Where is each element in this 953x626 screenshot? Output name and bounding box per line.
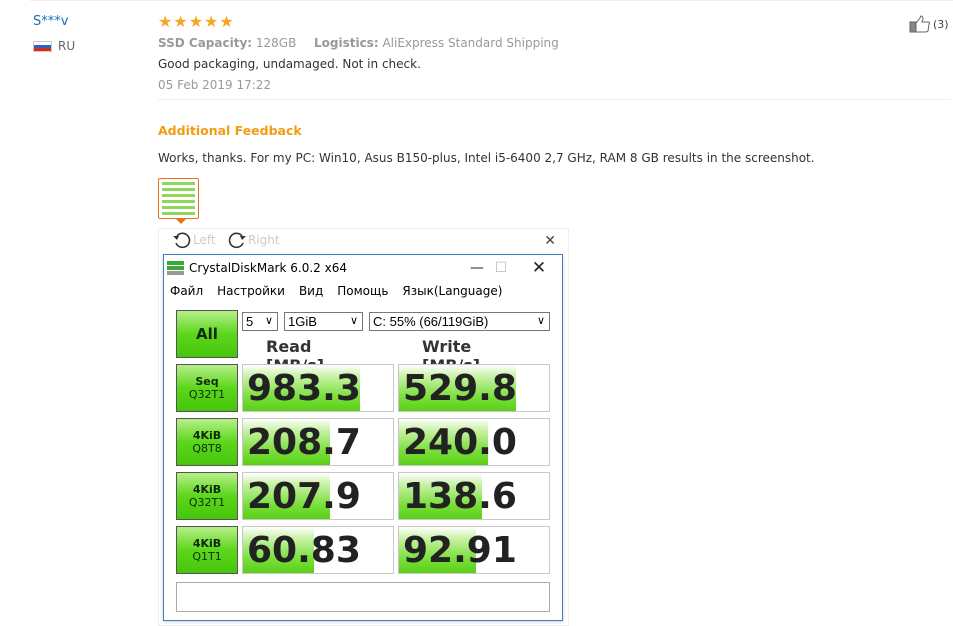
write-result-cell: 529.8 xyxy=(398,364,550,412)
top-divider xyxy=(30,0,953,1)
menu-help[interactable]: Помощь xyxy=(337,284,388,298)
thumbnail-image xyxy=(162,182,195,215)
window-titlebar: CrystalDiskMark 6.0.2 x64 — ☐ ✕ xyxy=(164,255,562,281)
test-label-line1: 4KiB xyxy=(192,537,222,550)
rotate-left-label: Left xyxy=(193,233,216,247)
drive-value: C: 55% (66/119GiB) xyxy=(373,314,489,329)
test-count-select[interactable]: 5 ∨ xyxy=(242,312,278,331)
review-attributes: SSD Capacity: 128GB Logistics: AliExpres… xyxy=(158,36,953,50)
close-icon[interactable]: ✕ xyxy=(544,233,556,249)
test-size-value: 1GiB xyxy=(288,314,317,329)
thumbnail-selected-arrow xyxy=(176,219,186,224)
review-date: 05 Feb 2019 17:22 xyxy=(158,78,272,92)
crystaldiskmark-app-icon xyxy=(167,260,184,276)
read-result-value: 208.7 xyxy=(247,422,361,463)
test-count-value: 5 xyxy=(246,314,254,329)
test-4kib-q1t1-button[interactable]: 4KiB Q1T1 xyxy=(176,526,238,574)
chevron-down-icon: ∨ xyxy=(349,315,358,327)
run-all-button[interactable]: All xyxy=(176,310,238,358)
chevron-down-icon: ∨ xyxy=(536,315,545,327)
test-label-line2: Q8T8 xyxy=(192,442,222,455)
additional-feedback-heading: Additional Feedback xyxy=(158,123,302,138)
write-result-value: 92.91 xyxy=(403,530,517,571)
test-size-select[interactable]: 1GiB ∨ xyxy=(284,312,363,331)
russia-flag-icon xyxy=(33,40,52,52)
attribute-value: 128GB xyxy=(255,36,297,50)
write-result-value: 138.6 xyxy=(403,476,517,517)
attribute-label: SSD Capacity: xyxy=(158,36,253,50)
test-4kib-q32t1-button[interactable]: 4KiB Q32T1 xyxy=(176,472,238,520)
menu-file[interactable]: Файл xyxy=(170,284,203,298)
write-result-cell: 92.91 xyxy=(398,526,550,574)
write-result-value: 529.8 xyxy=(403,368,517,409)
crystaldiskmark-window: CrystalDiskMark 6.0.2 x64 — ☐ ✕ Файл Нас… xyxy=(163,254,563,621)
test-label-line1: 4KiB xyxy=(192,429,222,442)
reviewer-country: RU xyxy=(33,39,75,53)
star-icon: ★ xyxy=(173,12,188,31)
review-body: ★ ★ ★ ★ ★ SSD Capacity: 128GB Logistics:… xyxy=(158,13,953,100)
menu-language[interactable]: Язык(Language) xyxy=(402,284,502,298)
attribute-label: Logistics: xyxy=(313,36,379,50)
run-all-label: All xyxy=(196,325,218,343)
viewer-toolbar: Left Right ✕ xyxy=(159,229,568,251)
window-title: CrystalDiskMark 6.0.2 x64 xyxy=(189,261,347,275)
image-viewer: Left Right ✕ CrystalDiskMark 6.0.2 x64 —… xyxy=(158,228,569,626)
comment-field[interactable] xyxy=(176,582,550,612)
rotate-left-icon xyxy=(173,232,191,249)
star-icon: ★ xyxy=(219,12,234,31)
reviewer-name[interactable]: S***v xyxy=(33,14,75,29)
star-icon: ★ xyxy=(204,12,219,31)
review-divider xyxy=(158,99,951,100)
window-close-button[interactable]: ✕ xyxy=(516,257,562,279)
write-result-value: 240.0 xyxy=(403,422,517,463)
star-rating: ★ ★ ★ ★ ★ xyxy=(158,13,953,31)
menu-view[interactable]: Вид xyxy=(299,284,323,298)
star-icon: ★ xyxy=(158,12,173,31)
rotate-right-label: Right xyxy=(248,233,280,247)
drive-select[interactable]: C: 55% (66/119GiB) ∨ xyxy=(369,312,550,331)
read-result-cell: 60.83 xyxy=(242,526,394,574)
star-icon: ★ xyxy=(188,12,204,31)
write-result-cell: 240.0 xyxy=(398,418,550,466)
read-result-cell: 208.7 xyxy=(242,418,394,466)
read-result-value: 60.83 xyxy=(247,530,361,571)
test-4kib-q8t8-button[interactable]: 4KiB Q8T8 xyxy=(176,418,238,466)
review-text: Good packaging, undamaged. Not in check. xyxy=(158,57,421,71)
test-label-line2: Q32T1 xyxy=(188,496,226,509)
helpful-count: (3) xyxy=(933,17,949,31)
attribute-value: AliExpress Standard Shipping xyxy=(382,36,559,50)
rotate-left-button[interactable]: Left xyxy=(171,230,216,250)
menu-settings[interactable]: Настройки xyxy=(217,284,285,298)
test-label-line1: 4KiB xyxy=(192,483,222,496)
read-result-cell: 983.3 xyxy=(242,364,394,412)
country-code: RU xyxy=(58,39,76,53)
helpful-button[interactable]: (3) xyxy=(909,15,949,33)
read-result-value: 983.3 xyxy=(247,368,361,409)
write-result-cell: 138.6 xyxy=(398,472,550,520)
rotate-right-icon xyxy=(228,232,246,249)
chevron-down-icon: ∨ xyxy=(264,315,273,327)
additional-feedback-text: Works, thanks. For my PC: Win10, Asus B1… xyxy=(158,151,815,165)
reviewer-info: S***v RU xyxy=(33,14,75,53)
test-seq-q32t1-button[interactable]: Seq Q32T1 xyxy=(176,364,238,412)
test-label-line2: Q32T1 xyxy=(188,388,226,401)
test-label-line1: Seq xyxy=(195,375,219,388)
menu-bar: Файл Настройки Вид Помощь Язык(Language) xyxy=(170,284,502,298)
thumbs-up-icon xyxy=(909,15,930,33)
read-result-value: 207.9 xyxy=(247,476,361,517)
test-label-line2: Q1T1 xyxy=(192,550,222,563)
rotate-right-button[interactable]: Right xyxy=(226,230,280,250)
screenshot-thumbnail[interactable] xyxy=(158,178,199,224)
read-result-cell: 207.9 xyxy=(242,472,394,520)
